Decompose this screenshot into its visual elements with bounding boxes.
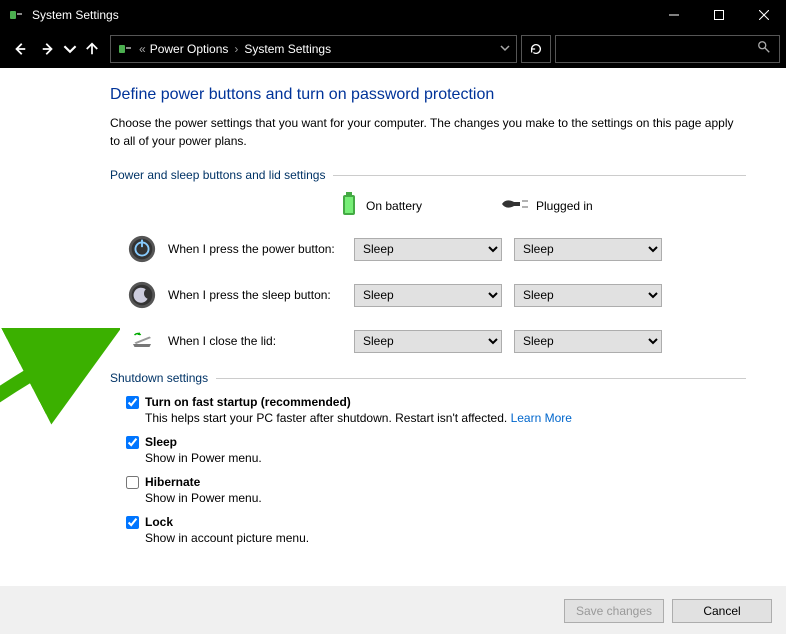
recent-dropdown-icon[interactable] [62, 35, 78, 63]
hibernate-description: Show in Power menu. [145, 491, 746, 505]
col-battery-label: On battery [366, 199, 422, 213]
maximize-button[interactable] [696, 0, 741, 30]
hibernate-label: Hibernate [145, 475, 200, 489]
divider [333, 175, 746, 176]
lid-battery-select[interactable]: Sleep [354, 330, 502, 353]
page-description: Choose the power settings that you want … [110, 114, 746, 150]
col-on-battery: On battery [340, 192, 500, 219]
up-button[interactable] [78, 35, 106, 63]
sleep-button-icon [126, 279, 158, 311]
chevron-down-icon[interactable] [500, 42, 510, 56]
row-sleep-label: When I press the sleep button: [168, 288, 331, 302]
fast-startup-label: Turn on fast startup (recommended) [145, 395, 351, 409]
col-plugged-in: Plugged in [500, 192, 660, 219]
battery-icon [340, 192, 358, 219]
row-power-label: When I press the power button: [168, 242, 335, 256]
breadcrumb-item[interactable]: System Settings [244, 42, 331, 56]
sleep-plugged-select[interactable]: Sleep [514, 284, 662, 307]
save-button[interactable]: Save changes [564, 599, 664, 623]
lock-description: Show in account picture menu. [145, 531, 746, 545]
lid-icon [126, 325, 158, 357]
content: Define power buttons and turn on passwor… [0, 68, 786, 586]
window-controls [651, 0, 786, 30]
search-input[interactable] [555, 35, 780, 63]
address-bar[interactable]: « Power Options › System Settings [110, 35, 517, 63]
sleep-checkbox[interactable] [126, 436, 139, 449]
app-icon [8, 7, 24, 23]
close-button[interactable] [741, 0, 786, 30]
annotation-arrow-icon [0, 328, 120, 448]
row-power-button: When I press the power button: Sleep Sle… [126, 233, 746, 265]
refresh-button[interactable] [521, 35, 551, 63]
row-lid-label: When I close the lid: [168, 334, 276, 348]
section-header-shutdown: Shutdown settings [110, 371, 746, 385]
fast-startup-checkbox[interactable] [126, 396, 139, 409]
shutdown-item-fast-startup: Turn on fast startup (recommended) This … [126, 395, 746, 425]
sleep-description: Show in Power menu. [145, 451, 746, 465]
breadcrumb-sep-icon: « [139, 42, 146, 56]
power-button-icon [126, 233, 158, 265]
window-title: System Settings [32, 8, 651, 22]
lock-label: Lock [145, 515, 173, 529]
back-button[interactable] [6, 35, 34, 63]
shutdown-item-hibernate: Hibernate Show in Power menu. [126, 475, 746, 505]
sleep-label: Sleep [145, 435, 177, 449]
page-title: Define power buttons and turn on passwor… [110, 86, 746, 104]
plug-icon [500, 196, 528, 215]
row-sleep-button: When I press the sleep button: Sleep Sle… [126, 279, 746, 311]
fast-startup-description: This helps start your PC faster after sh… [145, 411, 746, 425]
section-header-power: Power and sleep buttons and lid settings [110, 168, 746, 182]
chevron-right-icon: › [234, 42, 238, 56]
section-header-power-text: Power and sleep buttons and lid settings [110, 168, 325, 182]
cancel-button[interactable]: Cancel [672, 599, 772, 623]
minimize-button[interactable] [651, 0, 696, 30]
navbar: « Power Options › System Settings [0, 30, 786, 68]
titlebar: System Settings [0, 0, 786, 30]
address-icon [117, 41, 133, 57]
breadcrumb-item[interactable]: Power Options [150, 42, 229, 56]
shutdown-item-lock: Lock Show in account picture menu. [126, 515, 746, 545]
hibernate-checkbox[interactable] [126, 476, 139, 489]
section-header-shutdown-text: Shutdown settings [110, 371, 208, 385]
learn-more-link[interactable]: Learn More [511, 411, 572, 425]
shutdown-item-sleep: Sleep Show in Power menu. [126, 435, 746, 465]
power-plugged-select[interactable]: Sleep [514, 238, 662, 261]
col-plugged-label: Plugged in [536, 199, 593, 213]
footer: Save changes Cancel [0, 586, 786, 634]
forward-button[interactable] [34, 35, 62, 63]
sleep-battery-select[interactable]: Sleep [354, 284, 502, 307]
power-battery-select[interactable]: Sleep [354, 238, 502, 261]
column-headers: On battery Plugged in [110, 192, 746, 219]
lock-checkbox[interactable] [126, 516, 139, 529]
row-lid: When I close the lid: Sleep Sleep [126, 325, 746, 357]
divider [216, 378, 746, 379]
search-icon [757, 40, 771, 59]
lid-plugged-select[interactable]: Sleep [514, 330, 662, 353]
window: System Settings « Power Options › System… [0, 0, 786, 634]
